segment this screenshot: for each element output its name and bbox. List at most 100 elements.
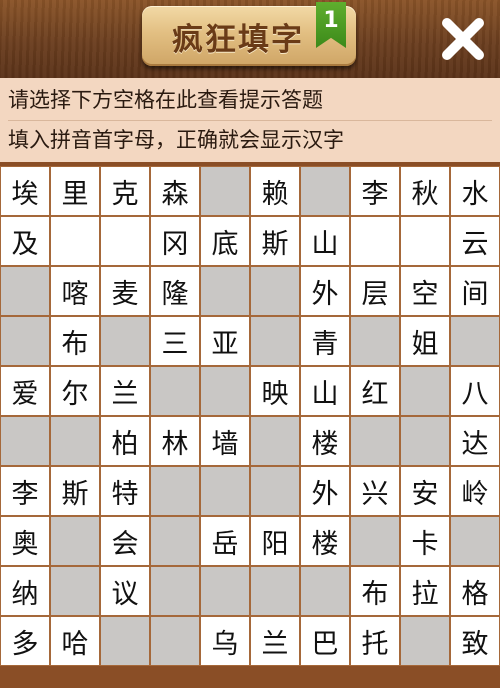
answer-cell[interactable]: 乌 <box>200 616 250 666</box>
answer-cell[interactable]: 森 <box>150 166 200 216</box>
answer-cell[interactable]: 会 <box>100 516 150 566</box>
blocked-cell <box>450 516 500 566</box>
answer-cell[interactable]: 格 <box>450 566 500 616</box>
answer-cell[interactable]: 柏 <box>100 416 150 466</box>
answer-cell[interactable]: 卡 <box>400 516 450 566</box>
blocked-cell <box>150 466 200 516</box>
blocked-cell <box>200 166 250 216</box>
blocked-cell <box>350 516 400 566</box>
answer-cell[interactable]: 兰 <box>100 366 150 416</box>
answer-cell[interactable]: 特 <box>100 466 150 516</box>
answer-cell[interactable]: 多 <box>0 616 50 666</box>
empty-answer-cell[interactable] <box>100 216 150 266</box>
answer-cell[interactable]: 议 <box>100 566 150 616</box>
answer-cell[interactable]: 里 <box>50 166 100 216</box>
answer-cell[interactable]: 八 <box>450 366 500 416</box>
answer-cell[interactable]: 哈 <box>50 616 100 666</box>
answer-cell[interactable]: 及 <box>0 216 50 266</box>
answer-cell[interactable]: 巴 <box>300 616 350 666</box>
answer-cell[interactable]: 隆 <box>150 266 200 316</box>
answer-cell[interactable]: 致 <box>450 616 500 666</box>
empty-answer-cell[interactable] <box>50 216 100 266</box>
blocked-cell <box>150 516 200 566</box>
answer-cell[interactable]: 水 <box>450 166 500 216</box>
answer-cell[interactable]: 纳 <box>0 566 50 616</box>
blocked-cell <box>400 416 450 466</box>
answer-cell[interactable]: 云 <box>450 216 500 266</box>
answer-cell[interactable]: 喀 <box>50 266 100 316</box>
answer-cell[interactable]: 爱 <box>0 366 50 416</box>
blocked-cell <box>200 566 250 616</box>
blocked-cell <box>250 316 300 366</box>
blocked-cell <box>50 416 100 466</box>
blocked-cell <box>50 516 100 566</box>
answer-cell[interactable]: 岭 <box>450 466 500 516</box>
answer-cell[interactable]: 林 <box>150 416 200 466</box>
blocked-cell <box>100 616 150 666</box>
answer-cell[interactable]: 麦 <box>100 266 150 316</box>
answer-cell[interactable]: 布 <box>50 316 100 366</box>
blocked-cell <box>350 416 400 466</box>
answer-cell[interactable]: 青 <box>300 316 350 366</box>
blocked-cell <box>150 566 200 616</box>
hint-panel: 请选择下方空格在此查看提示答题 填入拼音首字母，正确就会显示汉字 <box>0 78 500 162</box>
answer-cell[interactable]: 楼 <box>300 516 350 566</box>
top-bar: 疯狂填字 1 <box>0 0 500 78</box>
answer-cell[interactable]: 斯 <box>50 466 100 516</box>
hint-line-1: 请选择下方空格在此查看提示答题 <box>8 80 492 121</box>
blocked-cell <box>100 316 150 366</box>
blocked-cell <box>50 566 100 616</box>
answer-cell[interactable]: 层 <box>350 266 400 316</box>
answer-cell[interactable]: 映 <box>250 366 300 416</box>
answer-cell[interactable]: 埃 <box>0 166 50 216</box>
answer-cell[interactable]: 冈 <box>150 216 200 266</box>
answer-cell[interactable]: 赖 <box>250 166 300 216</box>
answer-cell[interactable]: 斯 <box>250 216 300 266</box>
crossword-frame: 埃里克森赖李秋水及冈底斯山云喀麦隆外层空间布三亚青姐爱尔兰映山红八柏林墙楼达李斯… <box>0 162 500 688</box>
answer-cell[interactable]: 空 <box>400 266 450 316</box>
answer-cell[interactable]: 安 <box>400 466 450 516</box>
blocked-cell <box>400 366 450 416</box>
answer-cell[interactable]: 外 <box>300 466 350 516</box>
answer-cell[interactable]: 山 <box>300 366 350 416</box>
answer-cell[interactable]: 秋 <box>400 166 450 216</box>
answer-cell[interactable]: 克 <box>100 166 150 216</box>
answer-cell[interactable]: 亚 <box>200 316 250 366</box>
answer-cell[interactable]: 底 <box>200 216 250 266</box>
answer-cell[interactable]: 山 <box>300 216 350 266</box>
answer-cell[interactable]: 间 <box>450 266 500 316</box>
blocked-cell <box>300 166 350 216</box>
blocked-cell <box>250 466 300 516</box>
answer-cell[interactable]: 尔 <box>50 366 100 416</box>
level-number: 1 <box>323 8 339 33</box>
answer-cell[interactable]: 李 <box>0 466 50 516</box>
answer-cell[interactable]: 外 <box>300 266 350 316</box>
hint-line-2: 填入拼音首字母，正确就会显示汉字 <box>8 128 344 152</box>
answer-cell[interactable]: 墙 <box>200 416 250 466</box>
blocked-cell <box>300 566 350 616</box>
answer-cell[interactable]: 达 <box>450 416 500 466</box>
answer-cell[interactable]: 阳 <box>250 516 300 566</box>
answer-cell[interactable]: 姐 <box>400 316 450 366</box>
blocked-cell <box>0 316 50 366</box>
level-ribbon: 1 <box>316 2 346 48</box>
answer-cell[interactable]: 托 <box>350 616 400 666</box>
game-title-badge: 疯狂填字 1 <box>142 2 356 66</box>
empty-answer-cell[interactable] <box>400 216 450 266</box>
answer-cell[interactable]: 奥 <box>0 516 50 566</box>
crossword-grid: 埃里克森赖李秋水及冈底斯山云喀麦隆外层空间布三亚青姐爱尔兰映山红八柏林墙楼达李斯… <box>0 166 500 688</box>
answer-cell[interactable]: 拉 <box>400 566 450 616</box>
answer-cell[interactable]: 兴 <box>350 466 400 516</box>
answer-cell[interactable]: 岳 <box>200 516 250 566</box>
answer-cell[interactable]: 红 <box>350 366 400 416</box>
empty-answer-cell[interactable] <box>350 216 400 266</box>
answer-cell[interactable]: 兰 <box>250 616 300 666</box>
answer-cell[interactable]: 布 <box>350 566 400 616</box>
answer-cell[interactable]: 李 <box>350 166 400 216</box>
answer-cell[interactable]: 三 <box>150 316 200 366</box>
blocked-cell <box>250 416 300 466</box>
game-title: 疯狂填字 <box>172 22 304 58</box>
answer-cell[interactable]: 楼 <box>300 416 350 466</box>
close-button[interactable] <box>436 12 490 66</box>
close-icon <box>442 18 484 60</box>
